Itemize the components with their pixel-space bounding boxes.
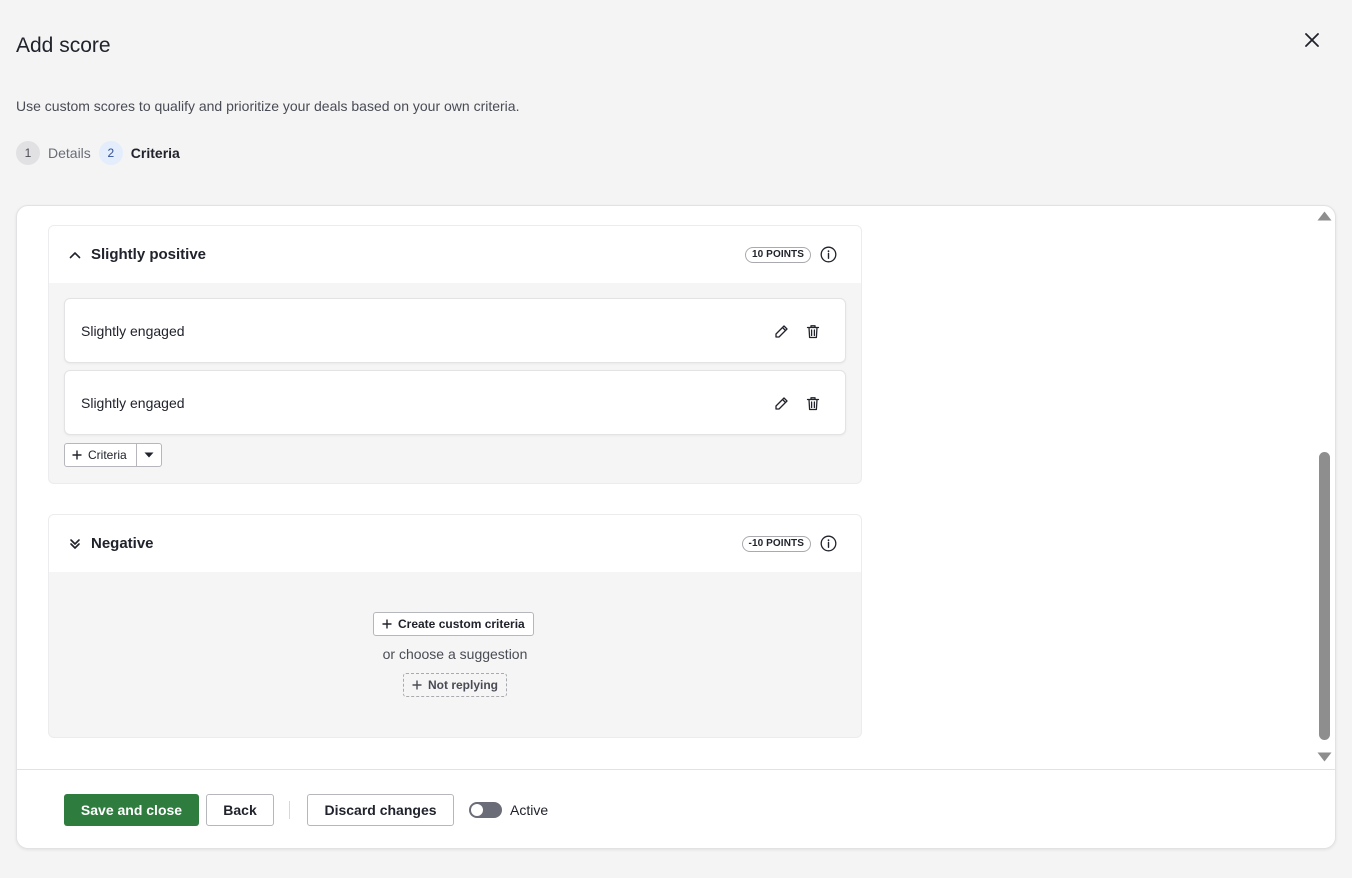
add-criteria-button[interactable]: Criteria [65, 444, 136, 466]
footer: Save and close Back Discard changes Acti… [17, 769, 1335, 848]
step-1-label[interactable]: Details [48, 145, 91, 161]
add-criteria-label: Criteria [88, 448, 127, 462]
stepper: 1 Details 2 Criteria [16, 141, 188, 165]
group-header[interactable]: Slightly positive 10 POINTS [49, 226, 861, 283]
scrollbar-thumb[interactable] [1319, 452, 1330, 740]
active-toggle-label: Active [510, 802, 549, 818]
plus-icon [72, 450, 82, 460]
step-2-number: 2 [98, 141, 123, 165]
chevron-double-down-icon[interactable] [67, 536, 83, 552]
points-badge: 10 POINTS [744, 246, 811, 263]
create-custom-criteria-label: Create custom criteria [398, 617, 525, 631]
add-criteria-split-button: Criteria [64, 443, 162, 467]
criteria-label: Slightly engaged [81, 394, 185, 411]
group-title: Slightly positive [91, 246, 207, 263]
suggestion-label: Not replying [428, 678, 499, 692]
scrollbar[interactable] [1316, 206, 1334, 769]
criteria-card: Slightly engaged [64, 370, 846, 435]
toggle-knob [471, 804, 483, 816]
pencil-icon[interactable] [773, 324, 789, 340]
info-icon[interactable] [819, 535, 837, 553]
group-slightly-positive: Slightly positive 10 POINTS Slightly eng… [48, 225, 862, 484]
save-and-close-button[interactable]: Save and close [64, 794, 199, 826]
info-icon[interactable] [819, 246, 837, 264]
pencil-icon[interactable] [773, 396, 789, 412]
back-button[interactable]: Back [206, 794, 274, 826]
close-button[interactable] [1298, 26, 1326, 54]
divider [289, 801, 290, 819]
step-2-label[interactable]: Criteria [131, 145, 180, 161]
discard-changes-button[interactable]: Discard changes [307, 794, 454, 826]
points-badge: -10 POINTS [741, 535, 811, 552]
empty-state: Create custom criteria or choose a sugge… [49, 572, 861, 737]
close-icon [1305, 33, 1319, 47]
page-title: Add score [16, 34, 111, 57]
caret-down-icon [144, 452, 154, 458]
page-subtitle: Use custom scores to qualify and priorit… [16, 98, 520, 114]
group-title: Negative [91, 535, 154, 552]
group-negative: Negative -10 POINTS Create custom criter… [48, 514, 862, 738]
criteria-card: Slightly engaged [64, 298, 846, 363]
criteria-panel: Slightly positive 10 POINTS Slightly eng… [16, 205, 1336, 849]
scroll-area: Slightly positive 10 POINTS Slightly eng… [17, 206, 1335, 769]
create-custom-criteria-button[interactable]: Create custom criteria [373, 612, 534, 636]
or-choose-suggestion-text: or choose a suggestion [382, 646, 528, 662]
active-toggle[interactable] [469, 802, 502, 818]
plus-icon [412, 680, 422, 690]
add-criteria-dropdown[interactable] [135, 444, 161, 466]
step-1-number: 1 [16, 141, 40, 165]
trash-icon[interactable] [805, 324, 821, 340]
plus-icon [382, 619, 392, 629]
trash-icon[interactable] [805, 396, 821, 412]
chevron-up-icon[interactable] [67, 247, 83, 263]
scroll-up-arrow-icon[interactable] [1317, 211, 1332, 221]
suggestion-not-replying-button[interactable]: Not replying [403, 673, 508, 697]
criteria-label: Slightly engaged [81, 322, 185, 339]
scroll-down-arrow-icon[interactable] [1317, 752, 1332, 762]
group-header[interactable]: Negative -10 POINTS [49, 515, 861, 572]
